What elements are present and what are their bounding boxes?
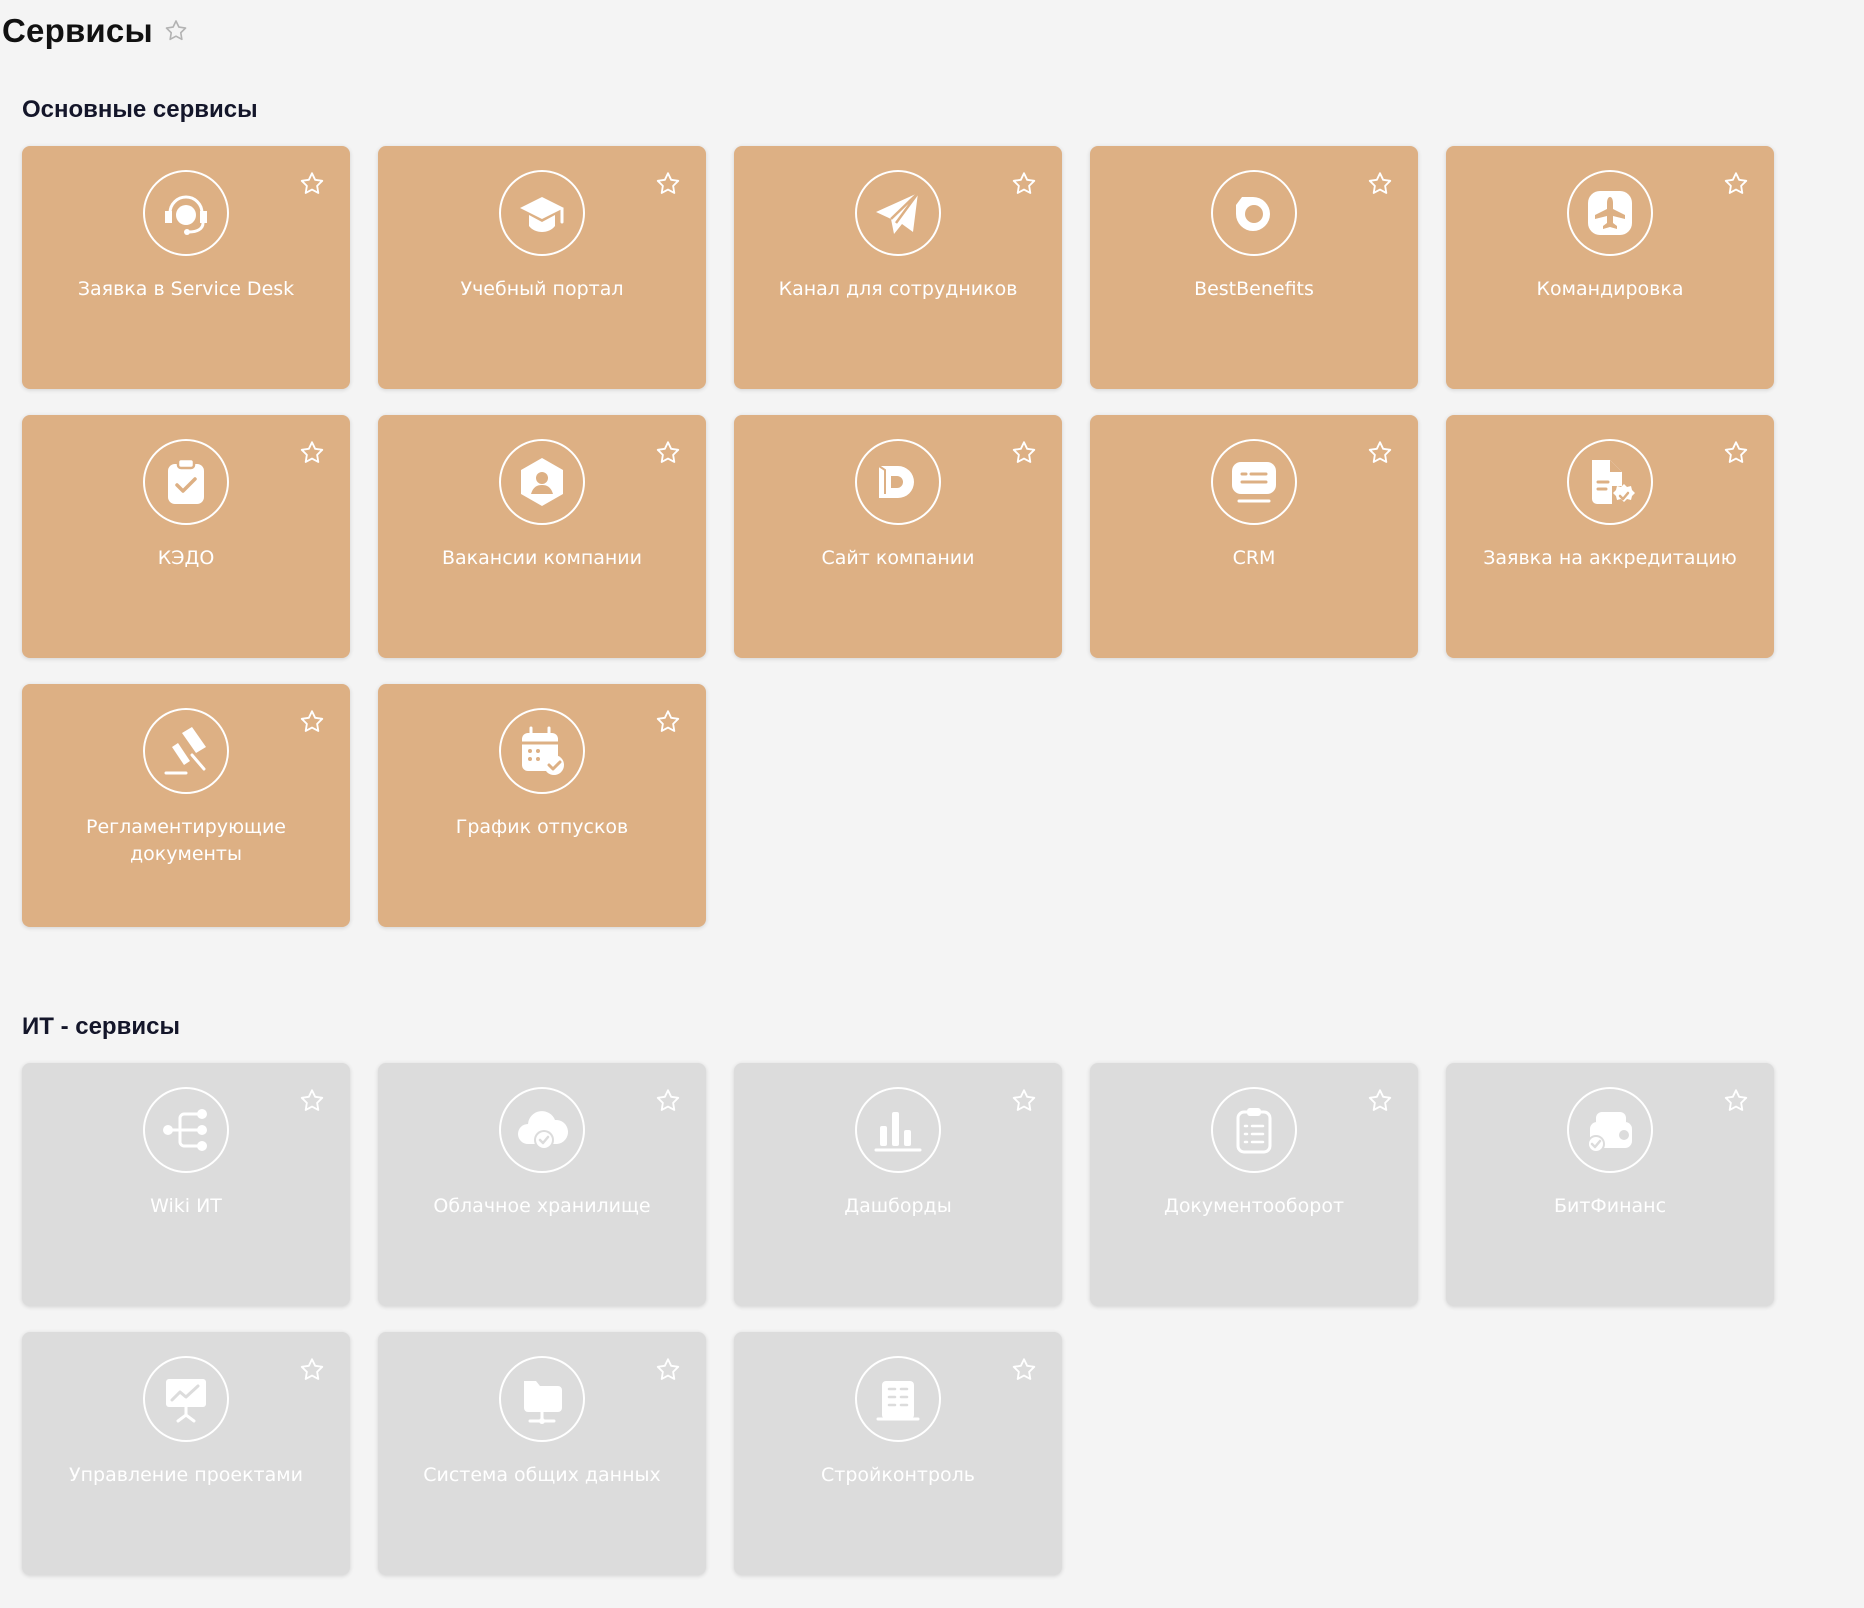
- service-card-label: Вакансии компании: [441, 547, 643, 569]
- service-card-label: Управление проектами: [69, 1464, 303, 1486]
- service-card[interactable]: Сайт компании: [734, 415, 1062, 658]
- graduation-cap-icon: [499, 170, 585, 256]
- service-card[interactable]: Wiki ИТ: [22, 1063, 350, 1306]
- favorite-star-icon[interactable]: [654, 170, 682, 198]
- favorite-star-icon[interactable]: [1366, 1087, 1394, 1115]
- airplane-icon: [1567, 170, 1653, 256]
- main-services-grid: Заявка в Service Desk Учебный портал Канал…: [22, 146, 1774, 927]
- favorite-star-icon[interactable]: [1010, 170, 1038, 198]
- it-services-grid: Wiki ИТ Облачное хранилище Дашборды Докумен…: [22, 1063, 1774, 1575]
- service-card-label: Сайт компании: [821, 547, 975, 569]
- page-title: Сервисы: [2, 12, 153, 49]
- favorite-star-icon[interactable]: [654, 1087, 682, 1115]
- user-hexagon-icon: [499, 439, 585, 525]
- favorite-star-icon[interactable]: [654, 1356, 682, 1384]
- favorite-star-icon[interactable]: [1366, 170, 1394, 198]
- gavel-icon: [143, 708, 229, 794]
- service-card-label: Система общих данных: [423, 1464, 661, 1486]
- service-card-label: Документооборот: [1163, 1195, 1345, 1217]
- tree-structure-icon: [143, 1087, 229, 1173]
- headset-icon: [143, 170, 229, 256]
- service-card[interactable]: Вакансии компании: [378, 415, 706, 658]
- service-card[interactable]: КЭДО: [22, 415, 350, 658]
- ring-logo-icon: [1211, 170, 1297, 256]
- service-card-label: Регламентирующие документы: [85, 816, 286, 865]
- calendar-check-icon: [499, 708, 585, 794]
- company-logo-icon: [855, 439, 941, 525]
- service-card[interactable]: График отпусков: [378, 684, 706, 927]
- cloud-check-icon: [499, 1087, 585, 1173]
- favorite-star-icon[interactable]: [298, 708, 326, 736]
- favorite-star-icon[interactable]: [1722, 439, 1750, 467]
- service-card[interactable]: BestBenefits: [1090, 146, 1418, 389]
- service-card[interactable]: Облачное хранилище: [378, 1063, 706, 1306]
- service-card[interactable]: Заявка на аккредитацию: [1446, 415, 1774, 658]
- service-card-label: КЭДО: [157, 547, 215, 569]
- service-card-label: CRM: [1232, 547, 1276, 569]
- favorite-star-icon[interactable]: [1010, 1356, 1038, 1384]
- clipboard-check-icon: [143, 439, 229, 525]
- service-card-label: Дашборды: [844, 1195, 952, 1217]
- service-card[interactable]: Заявка в Service Desk: [22, 146, 350, 389]
- favorite-star-icon[interactable]: [163, 18, 189, 44]
- service-card[interactable]: CRM: [1090, 415, 1418, 658]
- clipboard-list-icon: [1211, 1087, 1297, 1173]
- service-card[interactable]: Канал для сотрудников: [734, 146, 1062, 389]
- section-title-it: ИТ - сервисы: [22, 1013, 180, 1040]
- building-icon: [855, 1356, 941, 1442]
- service-card-label: Заявка на аккредитацию: [1483, 547, 1737, 569]
- service-card-label: Учебный портал: [460, 278, 624, 300]
- service-card[interactable]: Дашборды: [734, 1063, 1062, 1306]
- service-card-label: Командировка: [1536, 278, 1684, 300]
- paper-plane-icon: [855, 170, 941, 256]
- service-card-label: График отпусков: [455, 816, 629, 838]
- service-card[interactable]: Командировка: [1446, 146, 1774, 389]
- chat-message-icon: [1211, 439, 1297, 525]
- favorite-star-icon[interactable]: [298, 1087, 326, 1115]
- service-card[interactable]: Управление проектами: [22, 1332, 350, 1575]
- service-card[interactable]: Регламентирующие документы: [22, 684, 350, 927]
- service-card-label: Wiki ИТ: [150, 1195, 222, 1217]
- document-badge-icon: [1567, 439, 1653, 525]
- service-card[interactable]: БитФинанс: [1446, 1063, 1774, 1306]
- service-card[interactable]: Учебный портал: [378, 146, 706, 389]
- service-card[interactable]: Документооборот: [1090, 1063, 1418, 1306]
- favorite-star-icon[interactable]: [654, 439, 682, 467]
- favorite-star-icon[interactable]: [298, 439, 326, 467]
- service-card[interactable]: Система общих данных: [378, 1332, 706, 1575]
- favorite-star-icon[interactable]: [1010, 1087, 1038, 1115]
- service-card-label: БитФинанс: [1553, 1195, 1667, 1217]
- favorite-star-icon[interactable]: [298, 170, 326, 198]
- favorite-star-icon[interactable]: [654, 708, 682, 736]
- service-card-label: Канал для сотрудников: [778, 278, 1018, 300]
- favorite-star-icon[interactable]: [1722, 170, 1750, 198]
- favorite-star-icon[interactable]: [1010, 439, 1038, 467]
- favorite-star-icon[interactable]: [1366, 439, 1394, 467]
- service-card-label: Облачное хранилище: [433, 1195, 651, 1217]
- folder-network-icon: [499, 1356, 585, 1442]
- bar-chart-icon: [855, 1087, 941, 1173]
- service-card-label: Стройконтроль: [821, 1464, 975, 1486]
- service-card[interactable]: Стройконтроль: [734, 1332, 1062, 1575]
- service-card-label: Заявка в Service Desk: [77, 278, 295, 300]
- wallet-check-icon: [1567, 1087, 1653, 1173]
- service-card-label: BestBenefits: [1194, 278, 1314, 300]
- presentation-board-icon: [143, 1356, 229, 1442]
- page-header: Сервисы: [2, 12, 189, 50]
- section-title-main: Основные сервисы: [22, 96, 258, 123]
- favorite-star-icon[interactable]: [1722, 1087, 1750, 1115]
- favorite-star-icon[interactable]: [298, 1356, 326, 1384]
